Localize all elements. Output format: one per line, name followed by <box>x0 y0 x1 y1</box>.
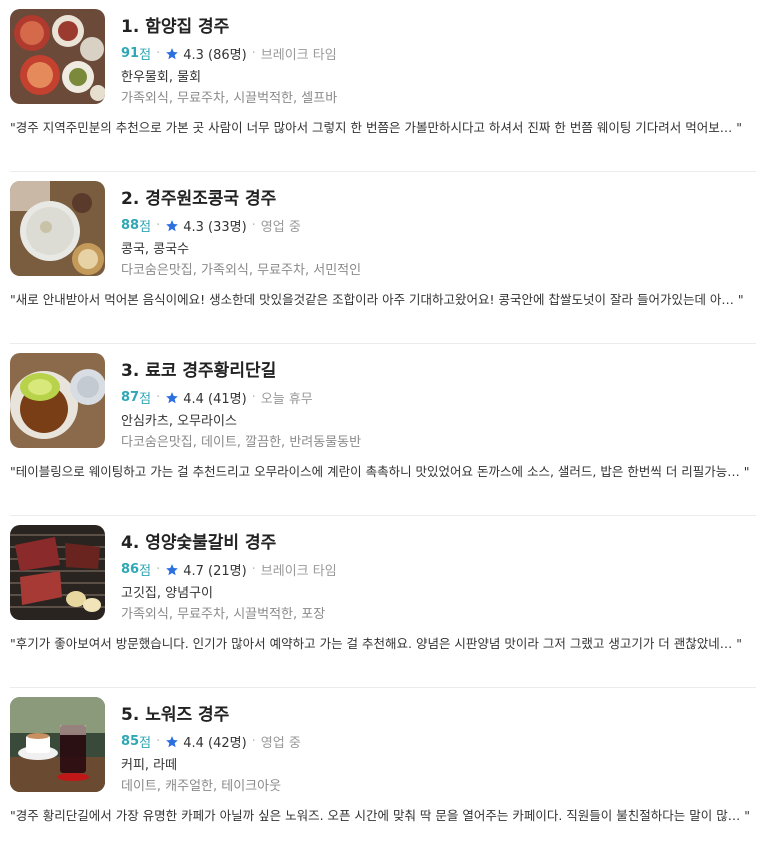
review-snippet[interactable]: "테이블링으로 웨이팅하고 가는 걸 추천드리고 오무라이스에 계란이 촉촉하니… <box>10 461 758 480</box>
star-icon <box>166 391 179 403</box>
restaurant-categories: 고깃집, 양념구이 <box>121 586 213 601</box>
food-photo-kongguk <box>10 181 105 276</box>
star-icon <box>166 47 179 59</box>
restaurant-photo[interactable] <box>10 353 105 448</box>
score-value: 91 <box>121 46 140 61</box>
list-item[interactable]: 5. 노워즈 경주 85 점 · 4.4 (42명) · 영업 중 커피, 라떼 … <box>10 688 756 860</box>
score-value: 85 <box>121 734 140 749</box>
list-item[interactable]: 3. 료코 경주황리단길 87 점 · 4.4 (41명) · 오늘 휴무 안심카… <box>10 344 756 516</box>
restaurant-meta: 85 점 · 4.4 (42명) · 영업 중 <box>121 732 301 751</box>
review-snippet[interactable]: "경주 황리단길에서 가장 유명한 카페가 아닐까 싶은 노워즈. 오픈 시간에… <box>10 805 758 824</box>
separator-dot: · <box>251 562 256 577</box>
rating-text: 4.3 (33명) <box>183 220 247 235</box>
separator-dot: · <box>251 390 256 405</box>
star-icon <box>166 735 179 747</box>
list-item[interactable]: 2. 경주원조콩국 경주 88 점 · 4.3 (33명) · 영업 중 콩국, … <box>10 172 756 344</box>
separator-dot: · <box>251 218 256 233</box>
restaurant-title[interactable]: 1. 함양집 경주 <box>121 12 229 37</box>
restaurant-tags: 다코숨은맛집, 데이트, 깔끔한, 반려동물동반 <box>121 435 362 450</box>
separator-dot: · <box>251 734 256 749</box>
restaurant-list: 1. 함양집 경주 91 점 · 4.3 (86명) · 브레이크 타임 한우물회… <box>0 0 766 860</box>
separator-dot: · <box>156 562 161 577</box>
restaurant-tags: 다코숨은맛집, 가족외식, 무료주차, 서민적인 <box>121 263 362 278</box>
rating-text: 4.4 (42명) <box>183 736 247 751</box>
food-photo-galbi <box>10 525 105 620</box>
restaurant-photo[interactable] <box>10 697 105 792</box>
review-snippet[interactable]: "새로 안내받아서 먹어본 음식이에요! 생소한데 맛있을것같은 조합이라 아주… <box>10 289 758 308</box>
review-snippet[interactable]: "경주 지역주민분의 추천으로 가본 곳 사람이 너무 많아서 그렇지 한 번쯤… <box>10 117 758 136</box>
separator-dot: · <box>156 218 161 233</box>
restaurant-title[interactable]: 4. 영양숯불갈비 경주 <box>121 528 276 553</box>
rating-text: 4.7 (21명) <box>183 564 247 579</box>
business-status: 영업 중 <box>260 220 301 235</box>
score-value: 88 <box>121 218 140 233</box>
restaurant-categories: 콩국, 콩국수 <box>121 242 190 257</box>
restaurant-tags: 데이트, 캐주얼한, 테이크아웃 <box>121 779 282 794</box>
score-unit: 점 <box>139 564 152 579</box>
restaurant-title[interactable]: 3. 료코 경주황리단길 <box>121 356 276 381</box>
restaurant-photo[interactable] <box>10 525 105 620</box>
restaurant-tags: 가족외식, 무료주차, 시끌벅적한, 셀프바 <box>121 91 338 106</box>
score-unit: 점 <box>139 48 152 63</box>
restaurant-categories: 커피, 라떼 <box>121 758 178 773</box>
restaurant-meta: 87 점 · 4.4 (41명) · 오늘 휴무 <box>121 388 313 407</box>
business-status: 오늘 휴무 <box>260 392 313 407</box>
food-photo-mulhoe <box>10 9 105 104</box>
restaurant-categories: 한우물회, 물회 <box>121 70 202 85</box>
restaurant-meta: 88 점 · 4.3 (33명) · 영업 중 <box>121 216 301 235</box>
score-value: 87 <box>121 390 140 405</box>
restaurant-photo[interactable] <box>10 9 105 104</box>
restaurant-title[interactable]: 2. 경주원조콩국 경주 <box>121 184 276 209</box>
star-icon <box>166 563 179 575</box>
separator-dot: · <box>156 390 161 405</box>
rating-text: 4.4 (41명) <box>183 392 247 407</box>
restaurant-meta: 91 점 · 4.3 (86명) · 브레이크 타임 <box>121 44 337 63</box>
restaurant-photo[interactable] <box>10 181 105 276</box>
restaurant-categories: 안심카츠, 오무라이스 <box>121 414 237 429</box>
list-item[interactable]: 1. 함양집 경주 91 점 · 4.3 (86명) · 브레이크 타임 한우물회… <box>10 0 756 172</box>
review-snippet[interactable]: "후기가 좋아보여서 방문했습니다. 인기가 많아서 예약하고 가는 걸 추천해… <box>10 633 758 652</box>
score-value: 86 <box>121 562 140 577</box>
list-item[interactable]: 4. 영양숯불갈비 경주 86 점 · 4.7 (21명) · 브레이크 타임 고… <box>10 516 756 688</box>
food-photo-omurice <box>10 353 105 448</box>
score-unit: 점 <box>139 220 152 235</box>
rating-text: 4.3 (86명) <box>183 48 247 63</box>
score-unit: 점 <box>139 736 152 751</box>
business-status: 브레이크 타임 <box>260 564 337 579</box>
business-status: 브레이크 타임 <box>260 48 337 63</box>
score-unit: 점 <box>139 392 152 407</box>
star-icon <box>166 219 179 231</box>
separator-dot: · <box>156 734 161 749</box>
restaurant-meta: 86 점 · 4.7 (21명) · 브레이크 타임 <box>121 560 337 579</box>
restaurant-tags: 가족외식, 무료주차, 시끌벅적한, 포장 <box>121 607 326 622</box>
separator-dot: · <box>156 46 161 61</box>
business-status: 영업 중 <box>260 736 301 751</box>
food-photo-cafe <box>10 697 105 792</box>
separator-dot: · <box>251 46 256 61</box>
restaurant-title[interactable]: 5. 노워즈 경주 <box>121 700 229 725</box>
